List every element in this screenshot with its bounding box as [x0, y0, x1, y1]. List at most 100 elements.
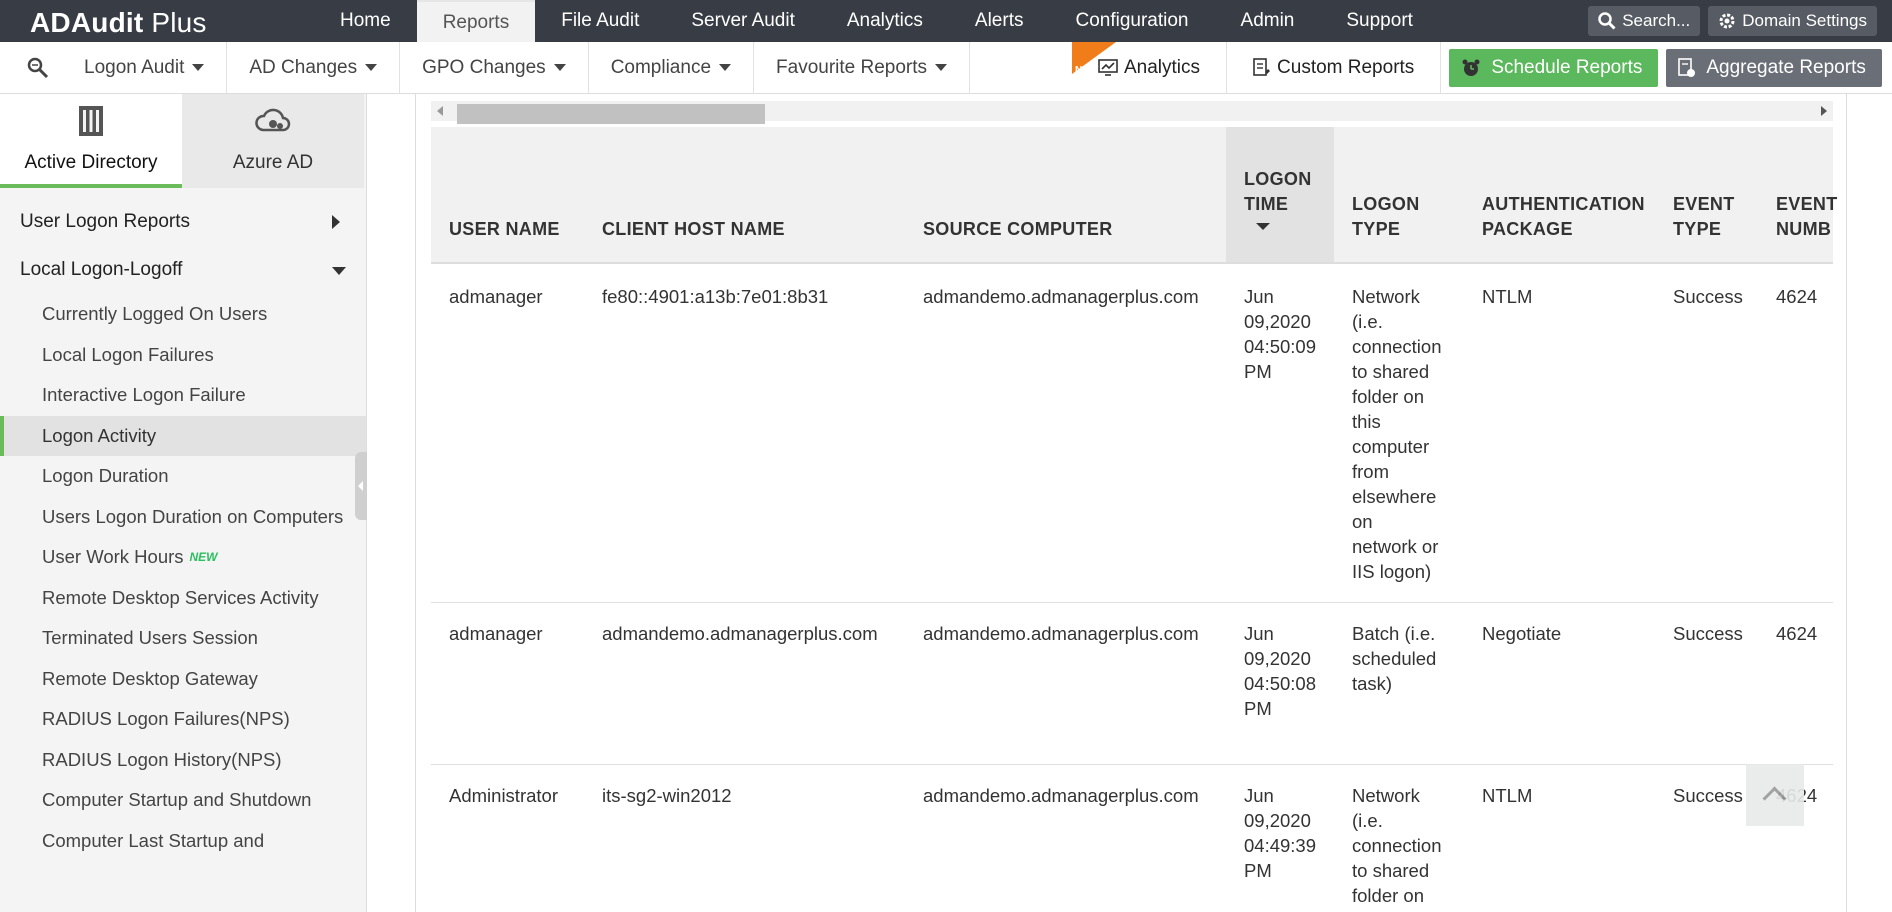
sidebar-item-radius-logon-history[interactable]: RADIUS Logon History(NPS) [0, 740, 366, 781]
chevron-down-icon [719, 64, 732, 72]
column-header-label: LOGON [1352, 194, 1420, 214]
cell-line: PM [1244, 860, 1272, 881]
cell-line: Jun [1244, 286, 1274, 307]
tab-analytics[interactable]: Analytics [821, 0, 949, 42]
sidebar-item-currently-logged-on-users[interactable]: Currently Logged On Users [0, 294, 366, 335]
new-badge: NEW [189, 550, 218, 564]
column-header-label: EVENT [1776, 194, 1838, 214]
tab-server-audit[interactable]: Server Audit [665, 0, 821, 42]
tab-reports[interactable]: Reports [416, 0, 536, 42]
tab-home[interactable]: Home [314, 0, 417, 42]
column-header-label: LOGON [1244, 169, 1312, 189]
table-row[interactable]: Administrator its-sg2-win2012 admandemo.… [431, 765, 1833, 912]
tab-support[interactable]: Support [1320, 0, 1439, 42]
aggregate-report-icon [1678, 58, 1696, 77]
menu-compliance-label: Compliance [610, 57, 712, 78]
scrollbar-thumb[interactable] [457, 104, 765, 124]
menu-ad-changes-label: AD Changes [249, 57, 358, 78]
cell-source-computer: admandemo.admanagerplus.com [923, 286, 1199, 307]
tab-alerts[interactable]: Alerts [949, 0, 1050, 42]
cell-line: Batch (i.e. [1352, 623, 1436, 644]
sidebar-collapse-handle[interactable] [355, 452, 367, 520]
section-local-logon-logoff-label: Local Logon-Logoff [20, 259, 183, 280]
cell-user-name: admanager [449, 623, 543, 644]
scroll-right-icon[interactable] [1821, 106, 1827, 116]
table-row[interactable]: admanager fe80::4901:a13b:7e01:8b31 adma… [431, 266, 1833, 603]
tab-admin[interactable]: Admin [1215, 0, 1321, 42]
cell-logon-time: Jun 09,2020 04:49:39 PM [1244, 783, 1316, 883]
sort-descending-icon[interactable] [1256, 223, 1270, 230]
app-logo[interactable]: ADAudit Plus [30, 7, 207, 39]
section-local-logon-logoff[interactable]: Local Logon-Logoff [0, 246, 366, 294]
sidebar-item-computer-last-startup[interactable]: Computer Last Startup and [0, 821, 366, 862]
new-flag-text: NEW [1075, 65, 1099, 76]
scroll-to-top-button[interactable] [1746, 764, 1804, 826]
analytics-link[interactable]: NEW Analytics [1072, 42, 1228, 94]
cell-line: connection [1352, 336, 1442, 357]
column-header-label: AUTHENTICATION [1482, 194, 1645, 214]
sidebar-item-local-logon-failures[interactable]: Local Logon Failures [0, 335, 366, 376]
menu-gpo-changes[interactable]: GPO Changes [400, 42, 589, 94]
cell-line: elsewhere [1352, 486, 1437, 507]
sidebar-item-logon-duration[interactable]: Logon Duration [0, 456, 366, 497]
cell-line: folder on [1352, 885, 1424, 906]
cell-line: 04:50:08 [1244, 673, 1317, 694]
sidebar: Active Directory Azure AD User Logon Rep… [0, 94, 367, 912]
tab-active-directory-label: Active Directory [24, 152, 158, 173]
global-search-button[interactable]: Search... [1588, 6, 1701, 36]
table-row[interactable]: admanager admandemo.admanagerplus.com ad… [431, 603, 1833, 765]
logo-main-text: ADAudit [30, 7, 144, 38]
column-header-authentication-package[interactable]: AUTHENTICATION PACKAGE [1482, 192, 1645, 242]
cell-authentication-package: Negotiate [1482, 623, 1562, 644]
cell-client-host-name: admandemo.admanagerplus.com [602, 623, 878, 644]
sidebar-item-remote-desktop-gateway[interactable]: Remote Desktop Gateway [0, 659, 366, 700]
cell-line: task) [1352, 673, 1393, 694]
sidebar-item-interactive-logon-failure[interactable]: Interactive Logon Failure [0, 375, 366, 416]
menu-compliance[interactable]: Compliance [589, 42, 755, 94]
section-user-logon-reports[interactable]: User Logon Reports [0, 198, 366, 246]
sidebar-item-logon-activity[interactable]: Logon Activity [0, 415, 366, 456]
schedule-reports-button[interactable]: Schedule Reports [1449, 49, 1659, 87]
sidebar-item-computer-startup-and-shutdown[interactable]: Computer Startup and Shutdown [0, 780, 366, 821]
sidebar-item-user-work-hours[interactable]: User Work Hours NEW [0, 537, 366, 578]
aggregate-reports-label: Aggregate Reports [1706, 57, 1866, 78]
custom-reports-link[interactable]: Custom Reports [1227, 42, 1442, 94]
column-header-logon-time[interactable]: LOGON TIME [1226, 127, 1334, 262]
sidebar-item-remote-desktop-services-activity[interactable]: Remote Desktop Services Activity [0, 578, 366, 619]
cell-logon-type: Network (i.e. connection to shared folde… [1352, 783, 1441, 908]
cell-line: Network [1352, 785, 1420, 806]
chevron-down-icon [553, 64, 566, 72]
column-header-user-name[interactable]: USER NAME [449, 217, 560, 242]
search-label: Search... [1622, 11, 1691, 30]
sidebar-item-user-work-hours-label: User Work Hours [42, 546, 184, 567]
cell-line: network or [1352, 536, 1439, 557]
scroll-left-icon[interactable] [437, 106, 443, 116]
cell-event-type: Success [1673, 286, 1743, 307]
cell-line: IIS logon) [1352, 561, 1432, 582]
column-header-event-number[interactable]: EVENT NUMB [1776, 192, 1838, 242]
column-header-source-computer[interactable]: SOURCE COMPUTER [923, 217, 1113, 242]
column-header-logon-type[interactable]: LOGON TYPE [1352, 192, 1420, 242]
cell-event-type: Success [1673, 623, 1743, 644]
cell-logon-type: Batch (i.e. scheduled task) [1352, 621, 1436, 696]
aggregate-reports-button[interactable]: Aggregate Reports [1666, 49, 1882, 87]
chevron-down-icon [365, 64, 378, 72]
tab-configuration[interactable]: Configuration [1049, 0, 1214, 42]
horizontal-scrollbar[interactable] [431, 101, 1833, 124]
tab-active-directory[interactable]: Active Directory [0, 94, 182, 188]
sidebar-item-radius-logon-failures[interactable]: RADIUS Logon Failures(NPS) [0, 699, 366, 740]
sidebar-item-users-logon-duration-on-computers[interactable]: Users Logon Duration on Computers [0, 497, 366, 538]
column-header-event-type[interactable]: EVENT TYPE [1673, 192, 1735, 242]
cell-client-host-name: its-sg2-win2012 [602, 785, 732, 806]
domain-settings-button[interactable]: Domain Settings [1708, 6, 1877, 36]
tab-azure-ad[interactable]: Azure AD [182, 94, 364, 188]
report-search-icon[interactable] [26, 56, 50, 80]
menu-logon-audit[interactable]: Logon Audit [62, 42, 228, 94]
menu-ad-changes[interactable]: AD Changes [227, 42, 401, 94]
top-bar: ADAudit Plus Home Reports File Audit Ser… [0, 0, 1892, 42]
column-header-client-host-name[interactable]: CLIENT HOST NAME [602, 217, 785, 242]
cell-source-computer: admandemo.admanagerplus.com [923, 785, 1199, 806]
tab-file-audit[interactable]: File Audit [535, 0, 665, 42]
menu-favourite-reports[interactable]: Favourite Reports [754, 42, 971, 94]
sidebar-item-terminated-users-session[interactable]: Terminated Users Session [0, 618, 366, 659]
